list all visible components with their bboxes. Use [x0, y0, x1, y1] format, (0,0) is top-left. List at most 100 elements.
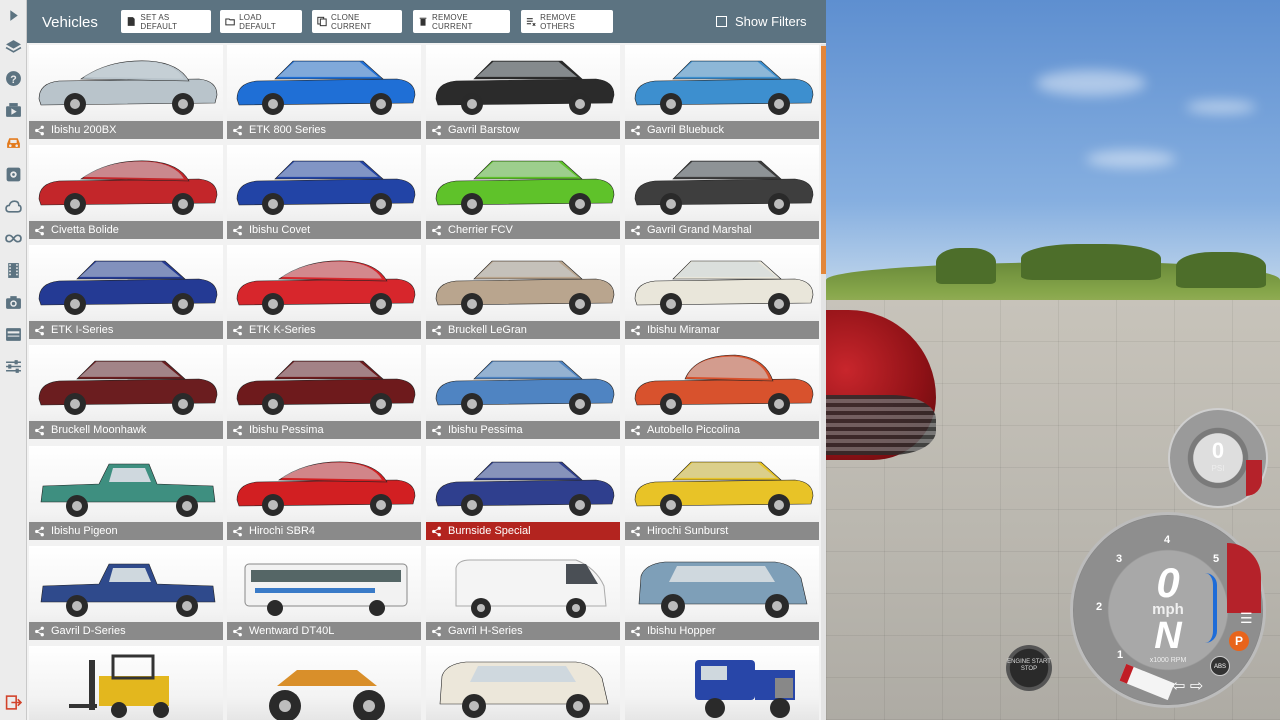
- film-icon[interactable]: [0, 256, 27, 284]
- clone-current-button[interactable]: CLONE CURRENT: [312, 10, 402, 33]
- vehicle-tile[interactable]: Ibishu 200BX: [29, 45, 223, 139]
- camera-icon[interactable]: [0, 288, 27, 316]
- set-default-button[interactable]: SET AS DEFAULT: [121, 10, 211, 33]
- vehicle-tile[interactable]: Cherrier FCV: [426, 145, 620, 239]
- vehicle-name: Ibishu Pessima: [249, 424, 324, 436]
- car-icon[interactable]: [0, 128, 27, 156]
- vehicle-tile[interactable]: Gavril Bluebuck: [625, 45, 819, 139]
- speed-value: 0: [1156, 559, 1180, 606]
- share-configs-icon: [35, 125, 44, 135]
- parking-brake-badge: P: [1229, 631, 1249, 651]
- show-filters-toggle[interactable]: Show Filters: [716, 14, 807, 29]
- player-car-grill: [826, 395, 936, 455]
- vehicle-label-bar: Autobello Piccolina: [625, 421, 819, 439]
- scrollbar-thumb[interactable]: [821, 46, 826, 274]
- vehicle-label-bar: Ibishu Pessima: [227, 421, 421, 439]
- vehicle-tile[interactable]: Civetta Bolide: [29, 145, 223, 239]
- svg-text:?: ?: [10, 73, 16, 85]
- vehicle-tile[interactable]: [426, 646, 620, 720]
- trees: [936, 248, 996, 284]
- vehicle-tile[interactable]: ETK I-Series: [29, 245, 223, 339]
- vehicle-tile[interactable]: Ibishu Hopper: [625, 546, 819, 640]
- vehicle-name: ETK 800 Series: [249, 124, 327, 136]
- share-configs-icon: [233, 526, 242, 536]
- vehicle-label-bar: Cherrier FCV: [426, 221, 620, 239]
- vehicle-tile[interactable]: [227, 646, 421, 720]
- load-default-button[interactable]: LOAD DEFAULT: [220, 10, 302, 33]
- folder-icon: [225, 18, 235, 26]
- boost-unit: PSI: [1211, 464, 1225, 473]
- vehicle-tile[interactable]: Gavril D-Series: [29, 546, 223, 640]
- vehicle-tile[interactable]: Ibishu Pigeon: [29, 446, 223, 540]
- vehicle-tile[interactable]: Autobello Piccolina: [625, 345, 819, 439]
- vehicle-tile[interactable]: Burnside Special: [426, 446, 620, 540]
- vehicle-name: Hirochi SBR4: [249, 525, 316, 537]
- vehicle-name: Civetta Bolide: [51, 224, 119, 236]
- settings-icon[interactable]: [0, 160, 27, 188]
- share-configs-icon: [631, 325, 640, 335]
- help-icon[interactable]: ?: [0, 64, 27, 92]
- share-configs-icon: [233, 125, 242, 135]
- vehicle-name: Wentward DT40L: [249, 625, 335, 637]
- remove-current-label: REMOVE CURRENT: [432, 12, 473, 31]
- vehicle-tile[interactable]: Bruckell Moonhawk: [29, 345, 223, 439]
- infinity-icon[interactable]: [0, 224, 27, 252]
- exit-icon[interactable]: [0, 688, 27, 716]
- vehicle-tile[interactable]: ETK K-Series: [227, 245, 421, 339]
- show-filters-checkbox[interactable]: [716, 16, 727, 27]
- vehicle-label-bar: ETK 800 Series: [227, 121, 421, 139]
- vehicle-tile[interactable]: Gavril Barstow: [426, 45, 620, 139]
- vehicle-tile[interactable]: Ibishu Pessima: [227, 345, 421, 439]
- vehicle-label-bar: Gavril Barstow: [426, 121, 620, 139]
- vehicle-label-bar: Bruckell LeGran: [426, 321, 620, 339]
- share-configs-icon: [432, 325, 441, 335]
- vehicle-tile[interactable]: [625, 646, 819, 720]
- play-icon[interactable]: [0, 1, 27, 29]
- vehicle-name: Ibishu Covet: [249, 224, 311, 236]
- layers-icon[interactable]: [0, 32, 27, 60]
- vehicle-tile[interactable]: Wentward DT40L: [227, 546, 421, 640]
- remove-others-label: REMOVE OTHERS: [540, 12, 576, 31]
- turn-signal-icons: ⇦ ⇨: [1172, 678, 1204, 695]
- vehicle-name: ETK K-Series: [249, 324, 316, 336]
- share-configs-icon: [432, 425, 441, 435]
- vehicle-tile[interactable]: Gavril H-Series: [426, 546, 620, 640]
- share-configs-icon: [631, 626, 640, 636]
- vehicle-label-bar: Ibishu Pessima: [426, 421, 620, 439]
- cloud: [1086, 150, 1176, 168]
- speedometer: 1 2 3 4 5 0 mph N x1000 RPM: [1070, 512, 1266, 708]
- vehicle-tile[interactable]: Bruckell LeGran: [426, 245, 620, 339]
- vehicle-label-bar: Ibishu Covet: [227, 221, 421, 239]
- vehicle-label-bar: Ibishu Miramar: [625, 321, 819, 339]
- vehicle-label-bar: Burnside Special: [426, 522, 620, 540]
- trees: [1021, 244, 1161, 280]
- cloud-icon[interactable]: [0, 192, 27, 220]
- vehicle-tile[interactable]: ETK 800 Series: [227, 45, 421, 139]
- vehicle-tile[interactable]: Hirochi SBR4: [227, 446, 421, 540]
- share-configs-icon: [233, 626, 242, 636]
- share-configs-icon: [35, 325, 44, 335]
- vehicle-name: Ibishu Pessima: [448, 424, 523, 436]
- engine-start-stop-button[interactable]: ENGINE START STOP: [1006, 645, 1052, 691]
- copy-icon: [317, 16, 327, 27]
- vehicle-name: Ibishu Pigeon: [51, 525, 118, 537]
- vehicle-tile[interactable]: [29, 646, 223, 720]
- vehicle-label-bar: Hirochi Sunburst: [625, 522, 819, 540]
- share-configs-icon: [233, 225, 242, 235]
- panel-title: Vehicles: [42, 14, 98, 31]
- trash-icon: [419, 17, 427, 26]
- sliders-icon[interactable]: [0, 352, 27, 380]
- vehicle-tile[interactable]: Gavril Grand Marshal: [625, 145, 819, 239]
- remove-others-button[interactable]: REMOVE OTHERS: [521, 10, 613, 33]
- vehicle-label-bar: Civetta Bolide: [29, 221, 223, 239]
- list-remove-icon: [526, 18, 536, 27]
- vehicle-tile[interactable]: Hirochi Sunburst: [625, 446, 819, 540]
- media-icon[interactable]: [0, 96, 27, 124]
- vehicle-label-bar: Ibishu Pigeon: [29, 522, 223, 540]
- card-icon[interactable]: [0, 320, 27, 348]
- vehicle-tile[interactable]: Ibishu Miramar: [625, 245, 819, 339]
- vehicle-tile[interactable]: Ibishu Covet: [227, 145, 421, 239]
- vehicle-label-bar: ETK I-Series: [29, 321, 223, 339]
- remove-current-button[interactable]: REMOVE CURRENT: [413, 10, 510, 33]
- vehicle-tile[interactable]: Ibishu Pessima: [426, 345, 620, 439]
